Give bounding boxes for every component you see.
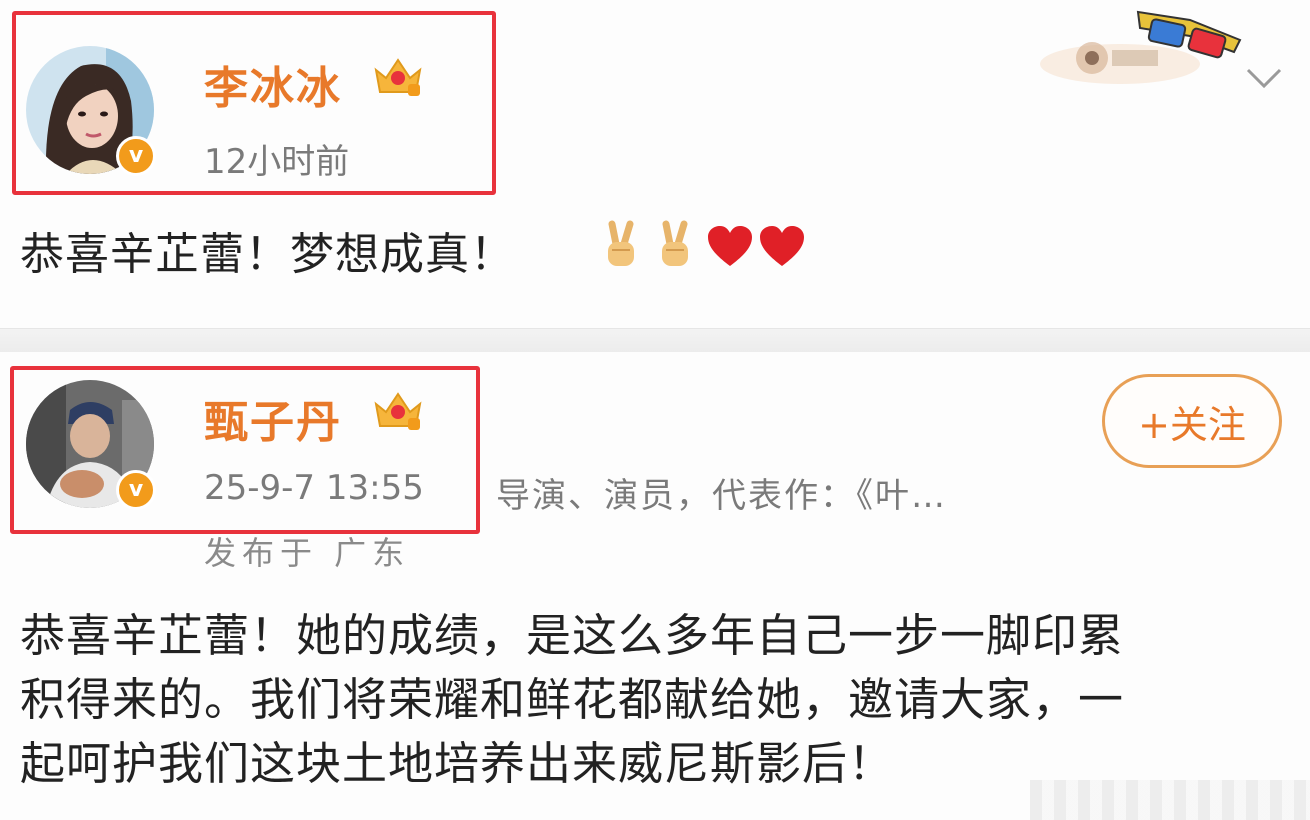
author-name[interactable]: 李冰冰	[204, 52, 342, 116]
3d-glasses-sticker-icon	[1040, 10, 1242, 84]
post-content-line: 恭喜辛芷蕾！她的成绩，是这么多年自己一步一脚印累	[20, 609, 1125, 662]
victory-hand-icon	[608, 220, 634, 266]
chevron-down-icon[interactable]	[1244, 66, 1284, 90]
follow-button[interactable]: +关注	[1102, 374, 1282, 468]
crown-badge-icon	[374, 58, 422, 96]
verified-badge-icon: v	[116, 136, 156, 176]
post-content-line: 起呵护我们这块土地培养出来威尼斯影后！	[20, 737, 895, 790]
heart-icon	[760, 226, 804, 266]
weibo-post-2: v 甄子丹 25-9-7 13:55 导演、演员，代表作：《叶… 发布于 广东 …	[0, 352, 1310, 820]
crown-badge-icon	[374, 392, 422, 430]
post-content-line: 积得来的。我们将荣耀和鲜花都献给她，邀请大家，一	[20, 673, 1125, 726]
weibo-post-1: v 李冰冰 12小时前 恭喜辛芷蕾！梦想成真！	[0, 0, 1310, 328]
heart-icon	[708, 226, 752, 266]
author-name[interactable]: 甄子丹	[204, 386, 342, 450]
post-content: 恭喜辛芷蕾！她的成绩，是这么多年自己一步一脚印累 积得来的。我们将荣耀和鲜花都献…	[20, 604, 1124, 796]
post-content: 恭喜辛芷蕾！梦想成真！	[20, 229, 515, 280]
post-time: 12小时前	[204, 142, 350, 182]
post-location: 发布于 广东	[204, 534, 411, 572]
post-separator	[0, 328, 1310, 354]
victory-hand-icon	[662, 220, 688, 266]
watermark-mosaic	[1030, 780, 1310, 820]
post-time: 25-9-7 13:55	[204, 468, 424, 508]
author-description[interactable]: 导演、演员，代表作：《叶…	[496, 468, 947, 517]
verified-badge-icon: v	[116, 470, 156, 510]
